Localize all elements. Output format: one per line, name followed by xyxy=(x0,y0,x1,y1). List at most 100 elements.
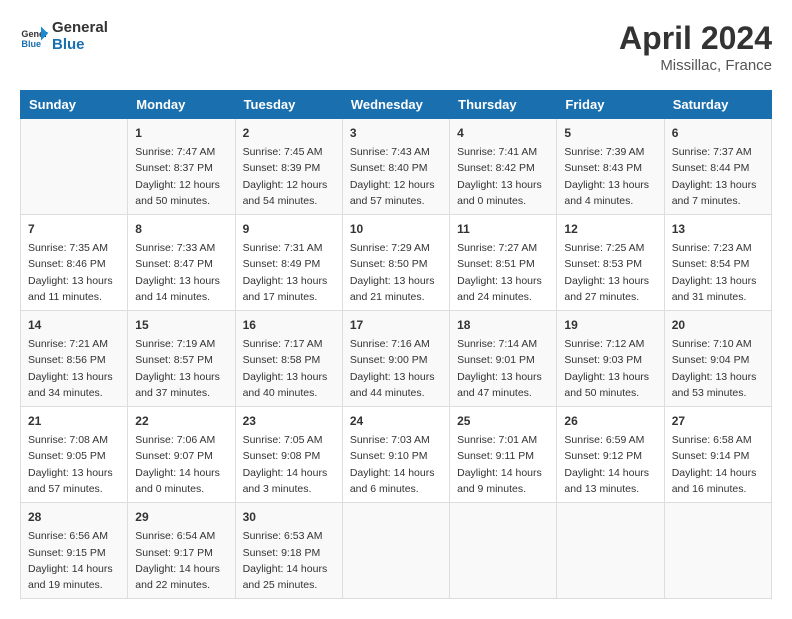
cell-daylight-info: Sunrise: 7:10 AM Sunset: 9:04 PM Dayligh… xyxy=(672,336,764,401)
calendar-cell: 12Sunrise: 7:25 AM Sunset: 8:53 PM Dayli… xyxy=(557,215,664,311)
calendar-cell: 29 Sunrise: 6:54 AM Sunset: 9:17 PM Dayli… xyxy=(128,503,235,599)
day-number: 24 xyxy=(350,412,442,430)
calendar-cell xyxy=(21,119,128,215)
calendar-week-row: 7 Sunrise: 7:35 AM Sunset: 8:46 PM Daylig… xyxy=(21,215,772,311)
day-number: 9 xyxy=(243,220,335,238)
title-block: April 2024 Missillac, France xyxy=(619,20,772,74)
cell-daylight-info: Sunrise: 7:27 AM Sunset: 8:51 PM Dayligh… xyxy=(457,240,549,305)
logo: General Blue General Blue xyxy=(20,20,108,53)
calendar-cell: 23 Sunrise: 7:05 AM Sunset: 9:08 PM Dayli… xyxy=(235,407,342,503)
calendar-cell: 2Sunrise: 7:45 AM Sunset: 8:39 PM Daylig… xyxy=(235,119,342,215)
calendar-cell xyxy=(557,503,664,599)
cell-daylight-info: Sunrise: 7:03 AM Sunset: 9:10 PM Dayligh… xyxy=(350,432,442,497)
day-number: 4 xyxy=(457,124,549,142)
day-number: 25 xyxy=(457,412,549,430)
calendar-cell: 1Sunrise: 7:47 AM Sunset: 8:37 PM Daylig… xyxy=(128,119,235,215)
cell-daylight-info: Sunrise: 7:41 AM Sunset: 8:42 PM Dayligh… xyxy=(457,144,549,209)
day-number: 16 xyxy=(243,316,335,334)
month-year-title: April 2024 xyxy=(619,20,772,57)
calendar-cell: 24 Sunrise: 7:03 AM Sunset: 9:10 PM Dayli… xyxy=(342,407,449,503)
cell-daylight-info: Sunrise: 7:19 AM Sunset: 8:57 PM Dayligh… xyxy=(135,336,227,401)
day-number: 28 xyxy=(28,508,120,526)
cell-daylight-info: Sunrise: 7:12 AM Sunset: 9:03 PM Dayligh… xyxy=(564,336,656,401)
day-number: 23 xyxy=(243,412,335,430)
cell-daylight-info: Sunrise: 7:31 AM Sunset: 8:49 PM Dayligh… xyxy=(243,240,335,305)
calendar-cell: 20 Sunrise: 7:10 AM Sunset: 9:04 PM Dayli… xyxy=(664,311,771,407)
day-number: 5 xyxy=(564,124,656,142)
cell-daylight-info: Sunrise: 7:06 AM Sunset: 9:07 PM Dayligh… xyxy=(135,432,227,497)
calendar-cell: 3Sunrise: 7:43 AM Sunset: 8:40 PM Daylig… xyxy=(342,119,449,215)
calendar-cell: 8Sunrise: 7:33 AM Sunset: 8:47 PM Daylig… xyxy=(128,215,235,311)
cell-daylight-info: Sunrise: 7:39 AM Sunset: 8:43 PM Dayligh… xyxy=(564,144,656,209)
cell-daylight-info: Sunrise: 6:54 AM Sunset: 9:17 PM Dayligh… xyxy=(135,528,227,593)
day-number: 11 xyxy=(457,220,549,238)
calendar-cell: 16 Sunrise: 7:17 AM Sunset: 8:58 PM Dayli… xyxy=(235,311,342,407)
cell-daylight-info: Sunrise: 6:58 AM Sunset: 9:14 PM Dayligh… xyxy=(672,432,764,497)
cell-daylight-info: Sunrise: 6:56 AM Sunset: 9:15 PM Dayligh… xyxy=(28,528,120,593)
calendar-week-row: 21 Sunrise: 7:08 AM Sunset: 9:05 PM Dayli… xyxy=(21,407,772,503)
calendar-week-row: 1Sunrise: 7:47 AM Sunset: 8:37 PM Daylig… xyxy=(21,119,772,215)
day-number: 2 xyxy=(243,124,335,142)
cell-daylight-info: Sunrise: 7:35 AM Sunset: 8:46 PM Dayligh… xyxy=(28,240,120,305)
day-number: 8 xyxy=(135,220,227,238)
calendar-week-row: 28 Sunrise: 6:56 AM Sunset: 9:15 PM Dayli… xyxy=(21,503,772,599)
calendar-cell xyxy=(450,503,557,599)
calendar-cell: 15Sunrise: 7:19 AM Sunset: 8:57 PM Dayli… xyxy=(128,311,235,407)
day-number: 7 xyxy=(28,220,120,238)
calendar-cell: 7 Sunrise: 7:35 AM Sunset: 8:46 PM Daylig… xyxy=(21,215,128,311)
cell-daylight-info: Sunrise: 7:05 AM Sunset: 9:08 PM Dayligh… xyxy=(243,432,335,497)
calendar-cell: 22 Sunrise: 7:06 AM Sunset: 9:07 PM Dayli… xyxy=(128,407,235,503)
calendar-cell: 21 Sunrise: 7:08 AM Sunset: 9:05 PM Dayli… xyxy=(21,407,128,503)
day-number: 12 xyxy=(564,220,656,238)
day-number: 29 xyxy=(135,508,227,526)
calendar-cell: 26Sunrise: 6:59 AM Sunset: 9:12 PM Dayli… xyxy=(557,407,664,503)
page-header: General Blue General Blue April 2024 Mis… xyxy=(20,20,772,74)
calendar-cell: 9 Sunrise: 7:31 AM Sunset: 8:49 PM Daylig… xyxy=(235,215,342,311)
calendar-cell: 14 Sunrise: 7:21 AM Sunset: 8:56 PM Dayli… xyxy=(21,311,128,407)
logo-general-text: General xyxy=(52,20,108,37)
cell-daylight-info: Sunrise: 7:14 AM Sunset: 9:01 PM Dayligh… xyxy=(457,336,549,401)
header-monday: Monday xyxy=(128,91,235,119)
calendar-cell: 27 Sunrise: 6:58 AM Sunset: 9:14 PM Dayli… xyxy=(664,407,771,503)
calendar-table: SundayMondayTuesdayWednesdayThursdayFrid… xyxy=(20,90,772,599)
header-saturday: Saturday xyxy=(664,91,771,119)
calendar-cell: 5 Sunrise: 7:39 AM Sunset: 8:43 PM Daylig… xyxy=(557,119,664,215)
cell-daylight-info: Sunrise: 7:21 AM Sunset: 8:56 PM Dayligh… xyxy=(28,336,120,401)
day-number: 27 xyxy=(672,412,764,430)
calendar-cell: 6Sunrise: 7:37 AM Sunset: 8:44 PM Daylig… xyxy=(664,119,771,215)
day-number: 14 xyxy=(28,316,120,334)
calendar-header-row: SundayMondayTuesdayWednesdayThursdayFrid… xyxy=(21,91,772,119)
calendar-cell xyxy=(342,503,449,599)
cell-daylight-info: Sunrise: 7:43 AM Sunset: 8:40 PM Dayligh… xyxy=(350,144,442,209)
day-number: 22 xyxy=(135,412,227,430)
calendar-cell: 28 Sunrise: 6:56 AM Sunset: 9:15 PM Dayli… xyxy=(21,503,128,599)
header-thursday: Thursday xyxy=(450,91,557,119)
calendar-cell: 13Sunrise: 7:23 AM Sunset: 8:54 PM Dayli… xyxy=(664,215,771,311)
calendar-cell xyxy=(664,503,771,599)
logo-blue-text: Blue xyxy=(52,37,108,54)
cell-daylight-info: Sunrise: 6:53 AM Sunset: 9:18 PM Dayligh… xyxy=(243,528,335,593)
logo-icon: General Blue xyxy=(20,23,48,51)
calendar-cell: 17 Sunrise: 7:16 AM Sunset: 9:00 PM Dayli… xyxy=(342,311,449,407)
cell-daylight-info: Sunrise: 7:47 AM Sunset: 8:37 PM Dayligh… xyxy=(135,144,227,209)
calendar-cell: 18Sunrise: 7:14 AM Sunset: 9:01 PM Dayli… xyxy=(450,311,557,407)
header-friday: Friday xyxy=(557,91,664,119)
day-number: 19 xyxy=(564,316,656,334)
calendar-cell: 11 Sunrise: 7:27 AM Sunset: 8:51 PM Dayli… xyxy=(450,215,557,311)
cell-daylight-info: Sunrise: 7:17 AM Sunset: 8:58 PM Dayligh… xyxy=(243,336,335,401)
cell-daylight-info: Sunrise: 7:08 AM Sunset: 9:05 PM Dayligh… xyxy=(28,432,120,497)
calendar-week-row: 14 Sunrise: 7:21 AM Sunset: 8:56 PM Dayli… xyxy=(21,311,772,407)
cell-daylight-info: Sunrise: 7:29 AM Sunset: 8:50 PM Dayligh… xyxy=(350,240,442,305)
calendar-cell: 30 Sunrise: 6:53 AM Sunset: 9:18 PM Dayli… xyxy=(235,503,342,599)
day-number: 20 xyxy=(672,316,764,334)
cell-daylight-info: Sunrise: 7:16 AM Sunset: 9:00 PM Dayligh… xyxy=(350,336,442,401)
day-number: 30 xyxy=(243,508,335,526)
day-number: 17 xyxy=(350,316,442,334)
calendar-cell: 25 Sunrise: 7:01 AM Sunset: 9:11 PM Dayli… xyxy=(450,407,557,503)
day-number: 21 xyxy=(28,412,120,430)
cell-daylight-info: Sunrise: 7:01 AM Sunset: 9:11 PM Dayligh… xyxy=(457,432,549,497)
calendar-cell: 19 Sunrise: 7:12 AM Sunset: 9:03 PM Dayli… xyxy=(557,311,664,407)
day-number: 10 xyxy=(350,220,442,238)
header-sunday: Sunday xyxy=(21,91,128,119)
cell-daylight-info: Sunrise: 6:59 AM Sunset: 9:12 PM Dayligh… xyxy=(564,432,656,497)
